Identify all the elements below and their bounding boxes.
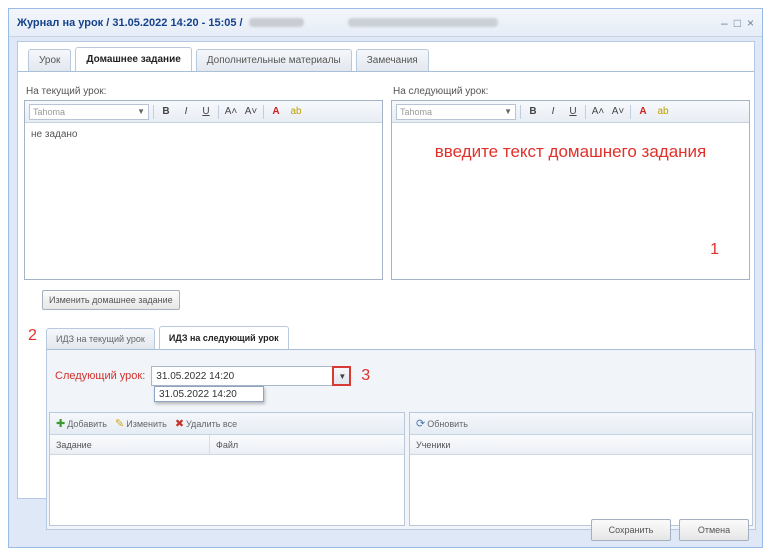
toolbar-divider [585, 104, 586, 119]
next-lesson-combo[interactable]: 31.05.2022 14:20 ▼ [151, 366, 352, 386]
toolbar-divider [263, 104, 264, 119]
close-icon[interactable]: × [747, 16, 754, 30]
students-toolbar: ⟳ Обновить [410, 413, 752, 435]
toolbar-divider [630, 104, 631, 119]
tab-idz-next[interactable]: ИДЗ на следующий урок [158, 326, 289, 349]
idz-grids: ✚ Добавить ✎ Изменить ✖ Удалить все Задание… [49, 412, 753, 526]
students-grid: ⟳ Обновить Ученики [409, 412, 753, 526]
highlight-button[interactable]: ab [655, 104, 671, 120]
next-lesson-dropdown-option[interactable]: 31.05.2022 14:20 [154, 386, 264, 402]
subscript-button[interactable]: A˅ [243, 104, 259, 120]
delete-all-button[interactable]: ✖ Удалить все [175, 417, 237, 430]
idz-next-panel: Следующий урок: 31.05.2022 14:20 ▼ 3 31.… [46, 350, 756, 530]
superscript-button[interactable]: A˄ [223, 104, 239, 120]
tab-remarks[interactable]: Замечания [355, 49, 429, 71]
edit-label: Изменить [126, 419, 167, 429]
maximize-icon[interactable]: □ [734, 16, 741, 30]
homework-editors: На текущий урок: Tahoma ▼ B I U A˄ A˅ A a… [24, 84, 750, 280]
highlight-button[interactable]: ab [288, 104, 304, 120]
next-homework-text[interactable]: введите текст домашнего задания [392, 123, 749, 279]
change-homework-button[interactable]: Изменить домашнее задание [42, 290, 180, 310]
font-color-button[interactable]: A [635, 104, 651, 120]
add-icon: ✚ [56, 418, 66, 430]
current-editor-toolbar: Tahoma ▼ B I U A˄ A˅ A ab [25, 101, 382, 123]
next-lesson-label: На следующий урок: [393, 86, 489, 97]
refresh-icon: ⟳ [416, 418, 426, 430]
toolbar-divider [153, 104, 154, 119]
redacted-title-part [248, 18, 304, 27]
homework-placeholder: введите текст домашнего задания [434, 142, 707, 161]
next-lesson-field-label: Следующий урок: [55, 370, 146, 382]
column-assignment[interactable]: Задание [50, 435, 210, 454]
individual-homework-tabs: ИДЗ на текущий урок ИДЗ на следующий уро… [46, 324, 756, 350]
cancel-button[interactable]: Отмена [679, 519, 749, 541]
toolbar-divider [520, 104, 521, 119]
window-titlebar[interactable]: Журнал на урок / 31.05.2022 14:20 - 15:0… [9, 9, 762, 37]
tab-homework[interactable]: Домашнее задание [75, 47, 192, 71]
italic-button[interactable]: I [545, 104, 561, 120]
students-header: Ученики [410, 435, 752, 455]
font-select[interactable]: Tahoma ▼ [396, 103, 516, 120]
current-lesson-editor: На текущий урок: Tahoma ▼ B I U A˄ A˅ A a… [24, 84, 383, 280]
assignments-toolbar: ✚ Добавить ✎ Изменить ✖ Удалить все [50, 413, 404, 435]
next-editor-box: Tahoma ▼ B I U A˄ A˅ A ab введите текст д… [391, 100, 750, 280]
next-editor-toolbar: Tahoma ▼ B I U A˄ A˅ A ab [392, 101, 749, 123]
students-body [410, 455, 752, 525]
chevron-down-icon: ▼ [504, 107, 512, 116]
next-lesson-editor: На следующий урок: Tahoma ▼ B I U A˄ A˅ A… [391, 84, 750, 280]
assignments-header: Задание Файл [50, 435, 404, 455]
chevron-down-icon: ▼ [137, 107, 145, 116]
subscript-button[interactable]: A˅ [610, 104, 626, 120]
underline-button[interactable]: U [198, 104, 214, 120]
main-tabs: Урок Домашнее задание Дополнительные мат… [18, 42, 754, 72]
delete-label: Удалить все [186, 419, 238, 429]
save-button[interactable]: Сохранить [591, 519, 671, 541]
current-homework-text[interactable]: не задано [25, 123, 382, 279]
current-editor-box: Tahoma ▼ B I U A˄ A˅ A ab не задано [24, 100, 383, 280]
homework-window: Журнал на урок / 31.05.2022 14:20 - 15:0… [8, 8, 763, 548]
tab-lesson[interactable]: Урок [28, 49, 72, 71]
add-button[interactable]: ✚ Добавить [56, 417, 107, 430]
assignments-grid: ✚ Добавить ✎ Изменить ✖ Удалить все Задание… [49, 412, 405, 526]
toolbar-divider [218, 104, 219, 119]
next-lesson-row: Следующий урок: 31.05.2022 14:20 ▼ 3 [55, 366, 370, 386]
superscript-button[interactable]: A˄ [590, 104, 606, 120]
window-tools: – □ × [721, 16, 754, 30]
minimize-icon[interactable]: – [721, 16, 728, 30]
annotation-2: 2 [28, 327, 37, 344]
italic-button[interactable]: I [178, 104, 194, 120]
refresh-button[interactable]: ⟳ Обновить [416, 417, 468, 430]
font-select-value: Tahoma [400, 106, 433, 117]
delete-icon: ✖ [174, 418, 185, 430]
column-students[interactable]: Ученики [410, 435, 450, 454]
annotation-1: 1 [710, 241, 719, 258]
bold-button[interactable]: B [158, 104, 174, 120]
dropdown-trigger-icon[interactable]: ▼ [332, 366, 352, 386]
annotation-3: 3 [361, 367, 371, 384]
column-file[interactable]: Файл [210, 435, 238, 454]
font-select-value: Tahoma [33, 106, 66, 117]
underline-button[interactable]: U [565, 104, 581, 120]
tab-idz-current[interactable]: ИДЗ на текущий урок [46, 328, 155, 349]
edit-button[interactable]: ✎ Изменить [115, 417, 167, 430]
window-body: Урок Домашнее задание Дополнительные мат… [17, 41, 756, 530]
add-label: Добавить [67, 419, 107, 429]
current-lesson-label: На текущий урок: [26, 86, 107, 97]
window-title: Журнал на урок / 31.05.2022 14:20 - 15:0… [17, 16, 243, 29]
pencil-icon: ✎ [115, 418, 125, 430]
refresh-label: Обновить [427, 419, 468, 429]
assignments-body [50, 455, 404, 525]
tab-extra-materials[interactable]: Дополнительные материалы [195, 49, 352, 71]
next-lesson-value: 31.05.2022 14:20 [156, 370, 235, 382]
bold-button[interactable]: B [525, 104, 541, 120]
redacted-title-part [347, 18, 498, 27]
font-select[interactable]: Tahoma ▼ [29, 103, 149, 120]
font-color-button[interactable]: A [268, 104, 284, 120]
